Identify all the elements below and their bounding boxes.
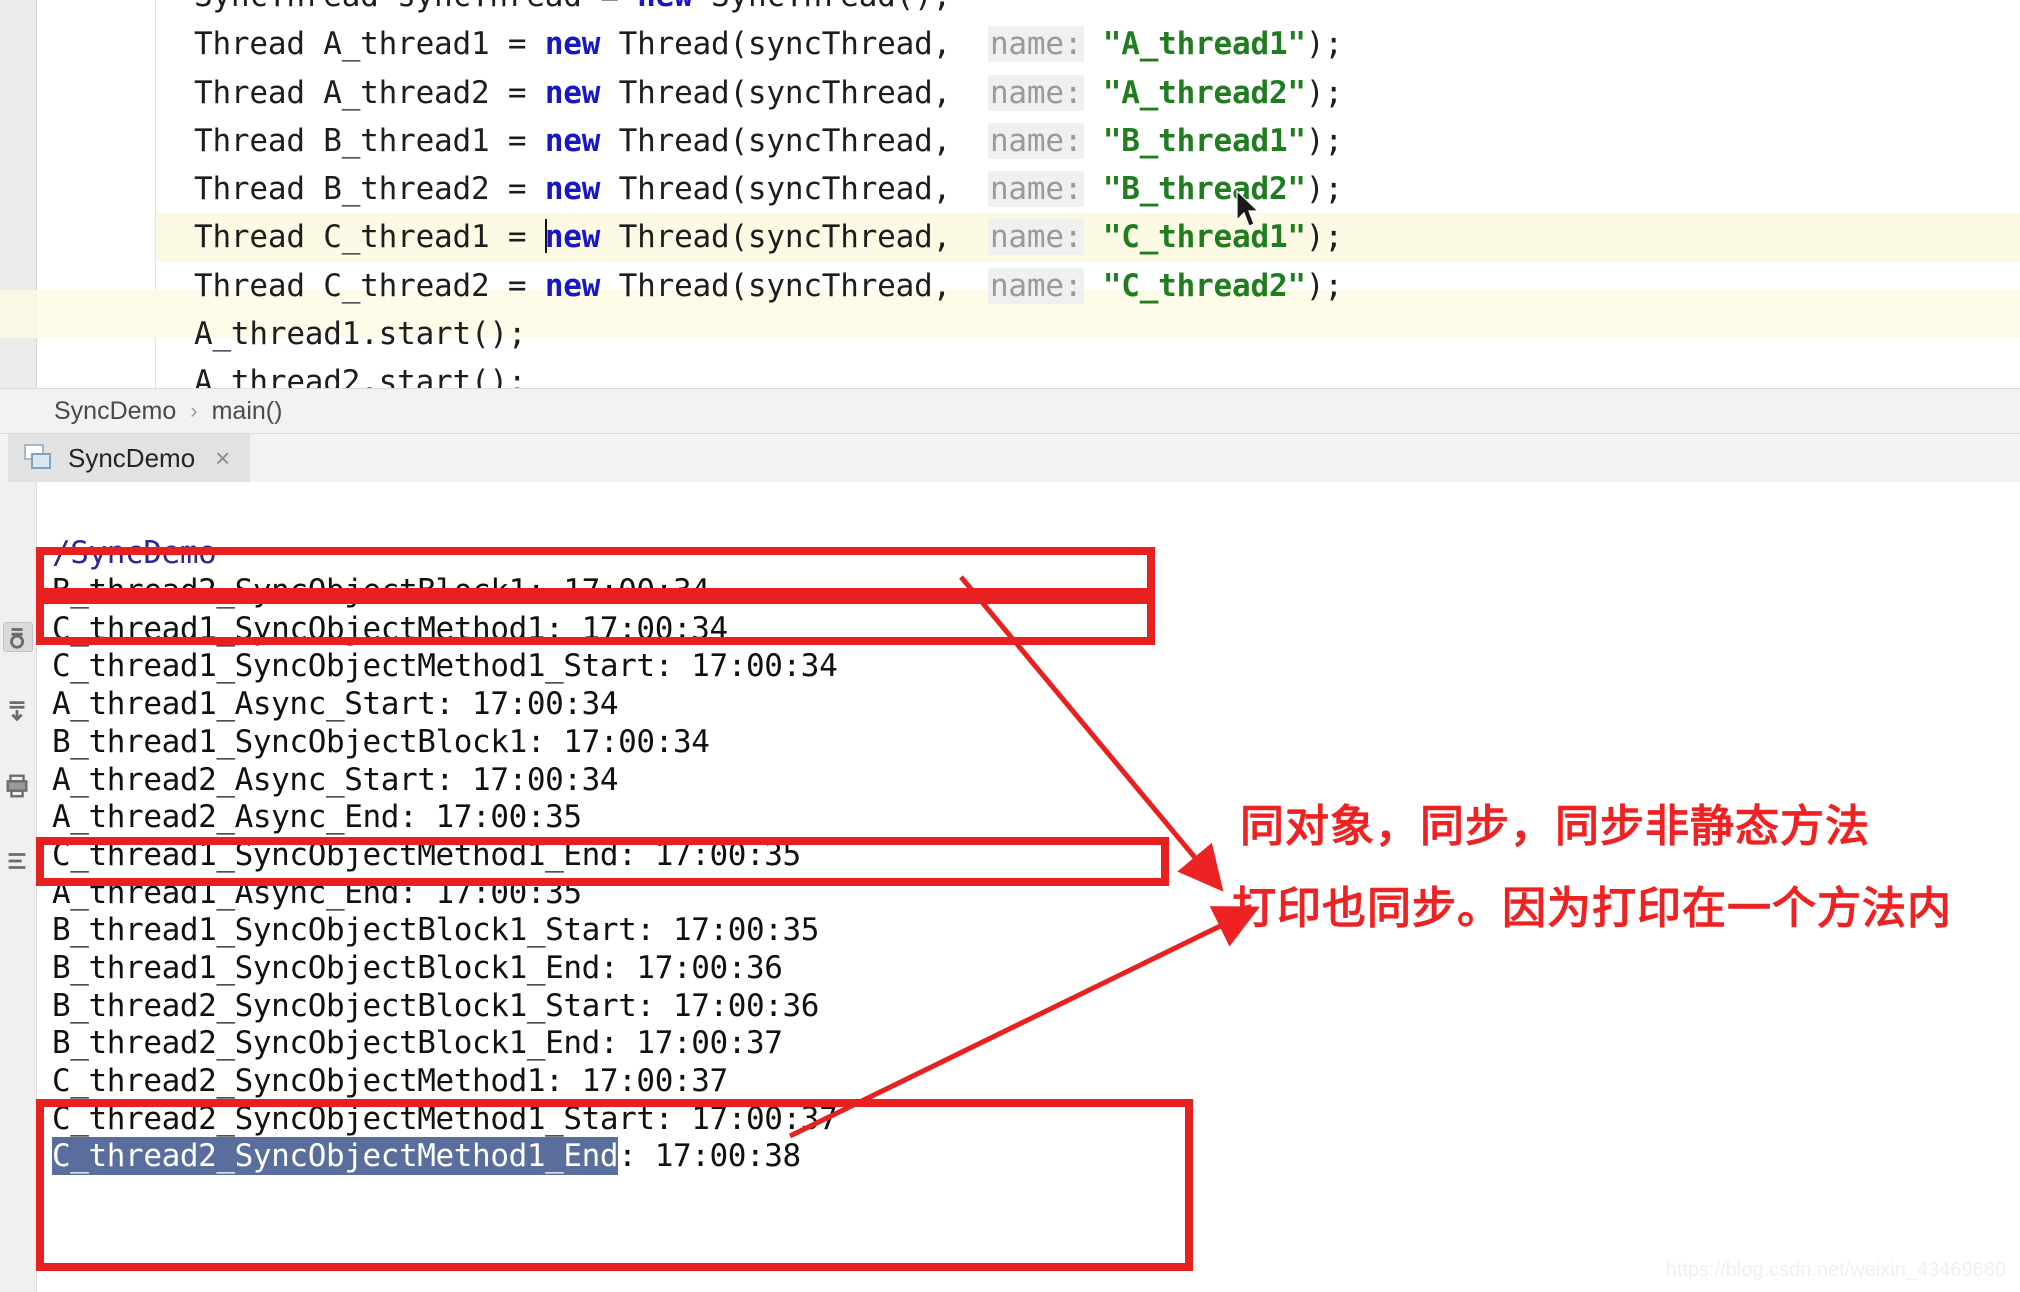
console-line[interactable]: B_thread1_SyncObjectBlock1: 17:00:34 [37,724,2020,762]
code-line[interactable]: A_thread2.start(); [156,358,2020,388]
run-window-toolbar[interactable] [0,482,37,1292]
console-line[interactable]: A_thread2_Async_Start: 17:00:34 [37,762,2020,800]
soft-wrap-icon[interactable] [3,847,33,877]
breadcrumb-separator-icon: › [190,398,198,423]
code-line[interactable]: A_thread1.start(); [156,310,2020,358]
console-line[interactable]: C_thread1_SyncObjectMethod1_End: 17:00:3… [37,837,2020,875]
code-editor[interactable]: SyncThread syncThread = new SyncThread()… [0,0,2020,388]
run-tab-label: SyncDemo [68,442,196,473]
code-text-area[interactable]: SyncThread syncThread = new SyncThread()… [156,0,2020,388]
console-line[interactable]: B_thread2_SyncObjectBlock1: 17:00:34 [37,573,2020,611]
editor-line-number-gutter[interactable] [37,0,156,388]
code-line[interactable]: Thread A_thread2 = new Thread(syncThread… [156,69,2020,117]
console-line[interactable]: C_thread1_SyncObjectMethod1: 17:00:34 [37,611,2020,649]
console-line[interactable]: C_thread2_SyncObjectMethod1_End: 17:00:3… [37,1137,2020,1176]
print-icon[interactable] [3,772,33,802]
code-line[interactable]: Thread C_thread2 = new Thread(syncThread… [156,262,2020,310]
console-output[interactable]: /SyncDemo B_thread2_SyncObjectBlock1: 17:… [37,482,2020,1292]
code-line[interactable]: Thread B_thread2 = new Thread(syncThread… [156,165,2020,213]
console-line[interactable]: B_thread2_SyncObjectBlock1_End: 17:00:37 [37,1025,2020,1063]
run-tab-syncdemo[interactable]: SyncDemo × [8,434,251,482]
run-tool-window: SyncDemo × /SyncDemo B_thread2_SyncObjec… [0,434,2020,1292]
close-icon[interactable]: × [215,443,230,474]
breadcrumb[interactable]: SyncDemo › main() [0,388,2020,434]
console-line[interactable]: B_thread1_SyncObjectBlock1_End: 17:00:36 [37,950,2020,988]
console-line[interactable]: B_thread1_SyncObjectBlock1_Start: 17:00:… [37,912,2020,950]
console-line[interactable]: A_thread1_Async_Start: 17:00:34 [37,686,2020,724]
run-tab-strip: SyncDemo × [0,434,2020,483]
code-line[interactable]: Thread B_thread1 = new Thread(syncThread… [156,117,2020,165]
run-configuration-icon [24,444,54,472]
code-line[interactable]: Thread A_thread1 = new Thread(syncThread… [156,20,2020,68]
console-line[interactable]: B_thread2_SyncObjectBlock1_Start: 17:00:… [37,988,2020,1026]
console-line[interactable]: A_thread2_Async_End: 17:00:35 [37,799,2020,837]
code-line[interactable]: SyncThread syncThread = new SyncThread()… [156,0,2020,20]
watermark: https://blog.csdn.net/weixin_43469680 [1665,1259,2006,1281]
scroll-to-end-icon[interactable] [3,697,33,727]
code-line[interactable]: Thread C_thread1 = new Thread(syncThread… [156,213,2020,262]
mouse-cursor-icon [1236,190,1260,227]
rerun-icon[interactable] [3,622,33,652]
console-line[interactable]: A_thread1_Async_End: 17:00:35 [37,875,2020,913]
console-line[interactable]: C_thread2_SyncObjectMethod1: 17:00:37 [37,1063,2020,1101]
breadcrumb-item-method[interactable]: main() [212,397,283,426]
console-line[interactable]: C_thread2_SyncObjectMethod1_Start: 17:00… [37,1101,2020,1139]
console-line-partial: /SyncDemo [52,535,217,572]
breadcrumb-item-class[interactable]: SyncDemo [54,397,176,426]
console-line[interactable]: C_thread1_SyncObjectMethod1_Start: 17:00… [37,648,2020,686]
console-selection: C_thread2_SyncObjectMethod1_End [52,1137,619,1176]
editor-left-gutter-stripe [0,0,37,388]
